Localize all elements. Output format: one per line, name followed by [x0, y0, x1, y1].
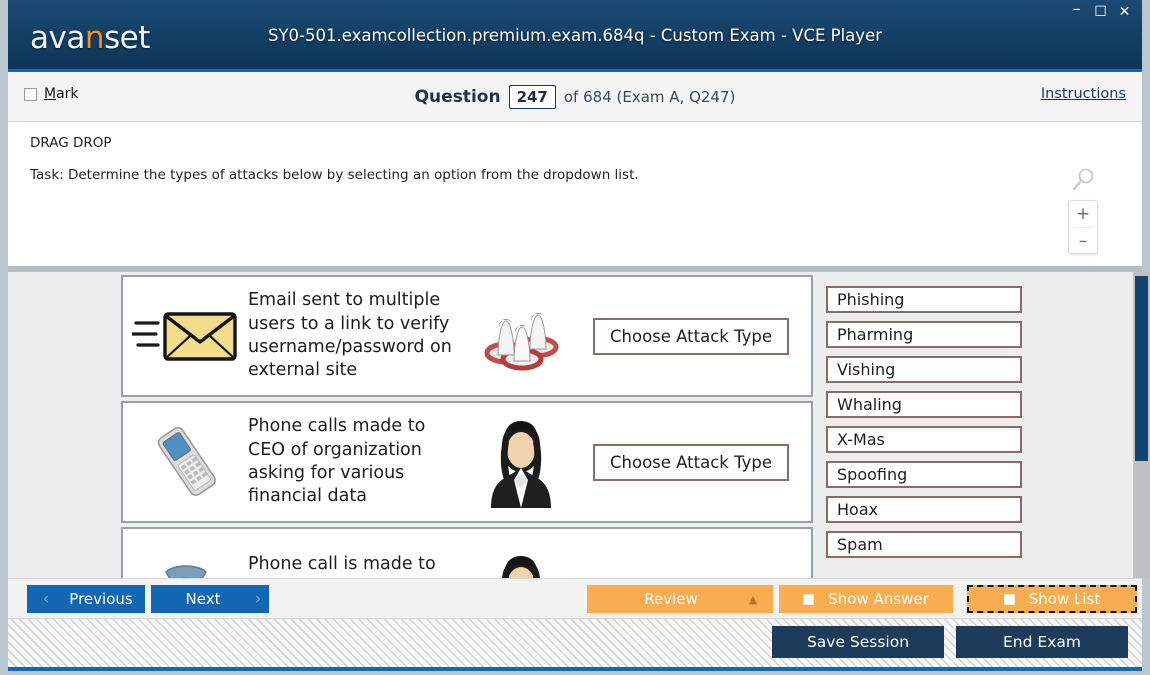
exhibit-content-area: Email sent to multiple users to a link t… — [8, 272, 1142, 578]
review-button[interactable]: Review ▲ — [587, 585, 773, 613]
save-session-button[interactable]: Save Session — [772, 626, 944, 658]
option-spam[interactable]: Spam — [826, 531, 1022, 558]
question-counter: Question 247 of 684 (Exam A, Q247) — [8, 72, 1142, 122]
question-total-label: of 684 (Exam A, Q247) — [563, 88, 736, 106]
scrollbar-thumb[interactable] — [1135, 276, 1148, 461]
square-icon — [803, 593, 815, 605]
option-xmas[interactable]: X-Mas — [826, 426, 1022, 453]
attack-card-text: Email sent to multiple users to a link t… — [248, 290, 452, 381]
question-word: Question — [414, 87, 501, 107]
next-button[interactable]: Next › — [151, 585, 269, 613]
maximize-button[interactable]: ☐ — [1093, 4, 1108, 20]
previous-button[interactable]: ‹ Previous — [27, 585, 145, 613]
next-button-label: Next — [185, 590, 221, 608]
mobile-phone-icon — [123, 403, 248, 521]
question-bar: Mark Question 247 of 684 (Exam A, Q247) … — [8, 72, 1142, 122]
question-text-panel: DRAG DROP Task: Determine the types of a… — [8, 122, 1142, 268]
question-type-label: DRAG DROP — [30, 135, 112, 151]
vce-player-window: avanset SY0-501.examcollection.premium.e… — [0, 0, 1150, 675]
instructions-link[interactable]: Instructions — [1041, 86, 1126, 102]
attack-card: Email sent to multiple users to a link t… — [121, 275, 813, 397]
magnifier-icon[interactable] — [1070, 167, 1096, 193]
choose-attack-type-dropdown[interactable]: Choose Attack Type — [593, 443, 789, 481]
show-list-button[interactable]: Show List — [967, 585, 1137, 613]
email-envelope-icon — [123, 277, 248, 395]
attack-type-dropdown-cell: Choose Attack Type — [571, 443, 811, 481]
close-button[interactable]: ✕ — [1117, 4, 1132, 20]
zoom-in-button[interactable]: + — [1069, 201, 1097, 227]
option-pharming[interactable]: Pharming — [826, 321, 1022, 348]
attack-cards-column: Email sent to multiple users to a link t… — [121, 275, 813, 578]
title-bar: avanset SY0-501.examcollection.premium.e… — [8, 0, 1142, 72]
chevron-left-icon: ‹ — [42, 589, 50, 609]
zoom-controls: + – — [1068, 200, 1098, 254]
option-hoax[interactable]: Hoax — [826, 496, 1022, 523]
zoom-out-button[interactable]: – — [1069, 228, 1097, 254]
window-title: SY0-501.examcollection.premium.exam.684q… — [267, 26, 882, 45]
content-scrollbar[interactable] — [1133, 272, 1150, 578]
maximize-icon: ☐ — [1094, 4, 1107, 20]
square-icon — [1003, 593, 1015, 605]
attack-card-text: Phone call is made to individual stating… — [248, 554, 451, 578]
question-number-input[interactable]: 247 — [508, 85, 556, 109]
attack-card: Phone call is made to individual stating… — [121, 527, 813, 578]
option-phishing[interactable]: Phishing — [826, 286, 1022, 313]
group-of-users-icon — [471, 277, 571, 395]
review-button-label: Review — [644, 590, 698, 608]
window-controls: – ☐ ✕ — [1069, 0, 1132, 21]
woman-icon — [471, 529, 571, 578]
footer-area: Save Session End Exam — [8, 618, 1142, 668]
show-list-button-label: Show List — [1028, 590, 1101, 608]
show-answer-button-label: Show Answer — [828, 590, 929, 608]
option-whaling[interactable]: Whaling — [826, 391, 1022, 418]
window-border-left — [0, 0, 8, 675]
footer-accent-line — [8, 667, 1142, 671]
close-icon: ✕ — [1118, 4, 1131, 20]
choose-attack-type-dropdown[interactable]: Choose Attack Type — [593, 317, 789, 355]
attack-options-list: Phishing Pharming Vishing Whaling X-Mas … — [826, 286, 1022, 566]
attack-card-text: Phone calls made to CEO of organization … — [248, 416, 426, 507]
bottom-toolbar: ‹ Previous Next › Review ▲ Show Answer S… — [8, 578, 1142, 618]
show-answer-button[interactable]: Show Answer — [779, 585, 953, 613]
attack-card: Phone calls made to CEO of organization … — [121, 401, 813, 523]
exhibit-inner: Email sent to multiple users to a link t… — [8, 272, 1125, 578]
caret-up-icon: ▲ — [748, 592, 758, 606]
minimize-button[interactable]: – — [1069, 0, 1084, 20]
option-vishing[interactable]: Vishing — [826, 356, 1022, 383]
businesswoman-icon — [471, 403, 571, 521]
attack-type-dropdown-cell: Choose Attack Type — [571, 317, 811, 355]
end-exam-button[interactable]: End Exam — [956, 626, 1128, 658]
question-task-text: Task: Determine the types of attacks bel… — [30, 167, 639, 183]
option-spoofing[interactable]: Spoofing — [826, 461, 1022, 488]
chevron-right-icon: › — [254, 589, 262, 609]
minimize-icon: – — [1072, 0, 1081, 18]
telephone-icon — [123, 529, 248, 578]
previous-button-label: Previous — [69, 590, 133, 608]
